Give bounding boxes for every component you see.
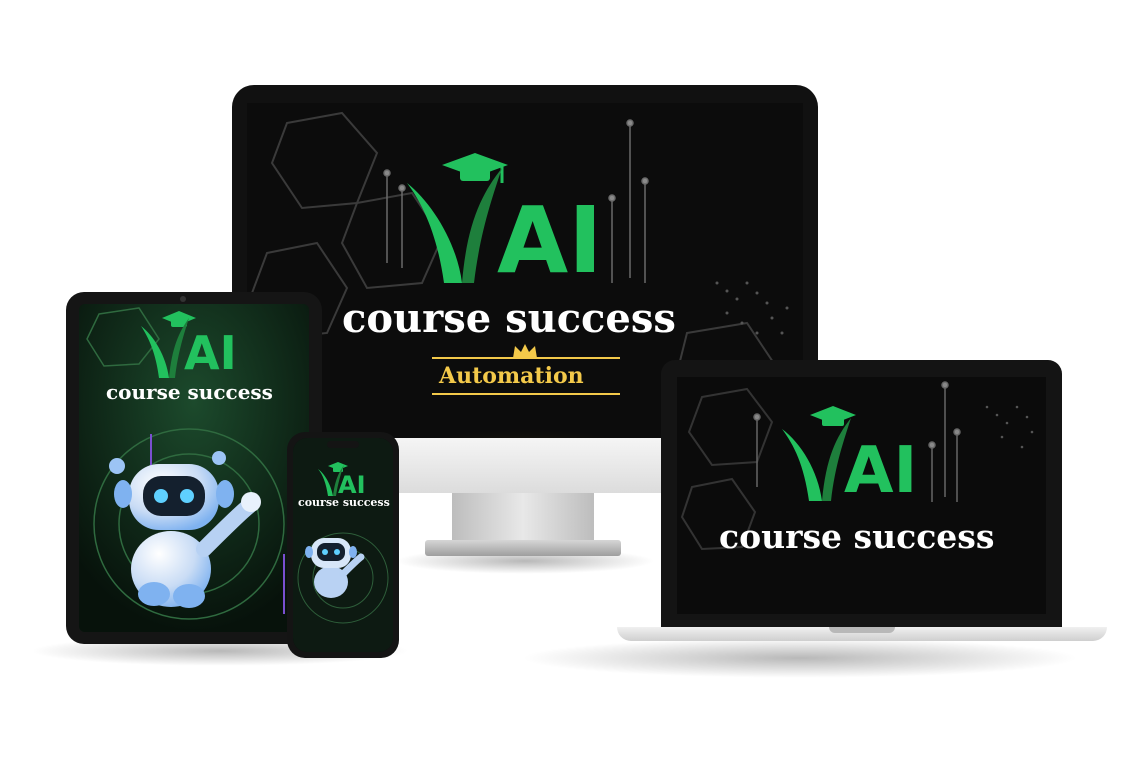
monitor-stand-neck [452,493,594,543]
phone-notch [327,441,359,448]
course-title: course success [342,295,676,342]
course-title: course success [106,380,273,404]
tablet-screen: AI course success [79,304,309,632]
logo-ai-text: AI [844,434,918,508]
smartphone-screen: AI course success [293,438,393,652]
laptop-shadow [520,638,1080,678]
subtitle-bottom-rule [432,393,620,395]
course-title: course success [719,517,995,556]
logo-ai-text: AI [184,326,237,380]
course-title: course success [298,496,390,509]
person-y-icon [407,168,502,283]
laptop-notch [829,627,895,633]
logo-ai-text: AI [497,187,603,294]
subtitle-top-rule [432,357,620,359]
robot-mascot [305,538,365,598]
laptop-screen: AI course success [677,377,1046,614]
robot-mascot [109,451,261,608]
subtitle-automation: Automation [439,363,584,389]
logo-ai-text: AI [338,471,366,499]
tablet-camera [180,296,186,302]
monitor-stand-foot [425,540,621,556]
